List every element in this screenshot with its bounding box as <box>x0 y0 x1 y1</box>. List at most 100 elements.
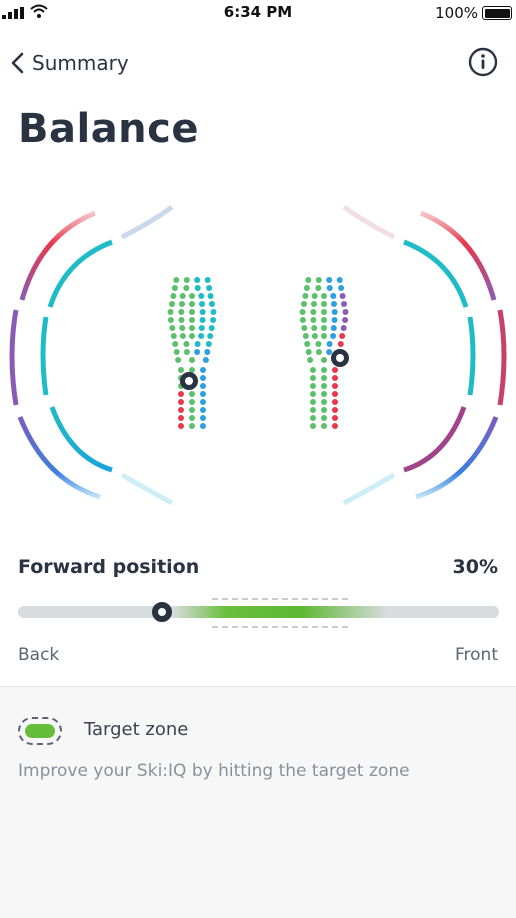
pressure-dot <box>310 317 317 323</box>
pressure-dot <box>326 277 333 283</box>
pressure-dot <box>310 407 316 413</box>
pressure-dot <box>205 341 212 347</box>
pressure-dot <box>321 423 327 429</box>
pressure-dot <box>311 293 318 299</box>
slider-thumb[interactable] <box>152 602 173 622</box>
pressure-dot <box>321 391 327 397</box>
pressure-dot <box>332 375 338 381</box>
forward-position-slider[interactable] <box>18 590 499 634</box>
pressure-dot <box>179 293 186 299</box>
pressure-dot <box>305 277 312 283</box>
pressure-dot <box>200 391 206 397</box>
pressure-dot <box>321 375 327 381</box>
pressure-dot <box>200 407 206 413</box>
target-zone-outline-top <box>211 598 349 600</box>
status-bar: 6:34 PM 100% <box>0 0 516 26</box>
pressure-dot <box>342 317 349 323</box>
pressure-dot <box>183 341 190 347</box>
pressure-dot <box>310 375 316 381</box>
pressure-dot <box>200 399 206 405</box>
pressure-dot <box>302 293 309 299</box>
pressure-dot <box>326 341 333 347</box>
pressure-dot <box>178 399 184 405</box>
back-button[interactable]: Summary <box>10 47 129 79</box>
pressure-dot <box>321 357 327 363</box>
forward-position-label: Forward position <box>18 556 200 578</box>
pressure-dot <box>332 391 338 397</box>
pressure-dot <box>315 285 322 291</box>
pressure-dot <box>194 341 201 347</box>
pressure-dot <box>337 341 344 347</box>
pressure-dot <box>194 349 201 355</box>
pressure-dot <box>321 325 327 331</box>
pressure-dot <box>326 349 333 355</box>
back-label: Back <box>18 645 60 665</box>
pressure-dot <box>321 399 327 405</box>
pressure-dot <box>301 301 307 307</box>
pressure-dot <box>311 333 318 339</box>
pressure-dot <box>321 333 327 339</box>
target-zone-icon <box>18 717 62 745</box>
pressure-dot <box>170 333 177 339</box>
pressure-dot <box>179 333 186 339</box>
left-inner-arc <box>40 239 113 473</box>
pressure-dot <box>342 309 349 315</box>
pressure-dot <box>310 415 316 421</box>
pressure-dot <box>332 423 338 429</box>
left-foot-center-marker <box>180 372 198 390</box>
pressure-dot <box>189 357 195 363</box>
pressure-dot <box>178 423 184 429</box>
pressure-dot <box>178 415 184 421</box>
pressure-dot <box>199 309 206 315</box>
pressure-dot <box>310 423 316 429</box>
pressure-dot <box>175 357 182 363</box>
pressure-dot <box>310 309 317 315</box>
pressure-dot <box>299 317 306 323</box>
pressure-dot <box>321 309 327 315</box>
pressure-dot <box>173 349 180 355</box>
pressure-dot <box>204 277 211 283</box>
pressure-dot <box>210 317 217 323</box>
pressure-dot <box>208 325 215 331</box>
info-icon[interactable] <box>468 47 498 77</box>
forward-position-value: 30% <box>452 556 498 578</box>
pressure-dot <box>339 333 346 339</box>
pressure-dot <box>189 301 195 307</box>
pressure-dot <box>321 415 327 421</box>
pressure-dot <box>330 333 337 339</box>
pressure-dot <box>311 325 318 331</box>
pressure-dot <box>315 349 322 355</box>
pressure-dot <box>207 293 214 299</box>
pressure-dot <box>200 383 206 389</box>
pressure-dot <box>200 415 206 421</box>
pressure-dot <box>321 301 327 307</box>
pressure-dot <box>194 285 201 291</box>
pressure-dot <box>198 325 205 331</box>
target-zone-description: Improve your Ski:IQ by hitting the targe… <box>18 761 410 781</box>
pressure-dot <box>183 349 190 355</box>
pressure-dot <box>301 325 308 331</box>
pressure-dot <box>167 309 174 315</box>
pressure-dot <box>189 293 195 299</box>
pressure-dot <box>336 277 343 283</box>
pressure-dot <box>332 415 338 421</box>
pressure-dot <box>210 309 217 315</box>
pressure-dot <box>332 407 338 413</box>
pressure-dot <box>321 317 327 323</box>
pressure-dot <box>178 309 185 315</box>
target-zone-outline-bottom <box>211 626 349 628</box>
pressure-dot <box>179 325 186 331</box>
pressure-dot <box>169 325 176 331</box>
pressure-dot <box>189 423 195 429</box>
pressure-dot <box>321 383 327 389</box>
right-foot-center-marker <box>331 349 349 367</box>
pressure-dot <box>311 301 317 307</box>
pressure-dot <box>310 399 316 405</box>
pressure-dot <box>302 333 309 339</box>
pressure-dot <box>340 325 347 331</box>
pressure-dot <box>189 391 195 397</box>
chevron-left-icon <box>11 52 24 74</box>
pressure-dot <box>169 301 175 307</box>
pressure-dot <box>304 341 311 347</box>
pressure-dot <box>321 407 327 413</box>
